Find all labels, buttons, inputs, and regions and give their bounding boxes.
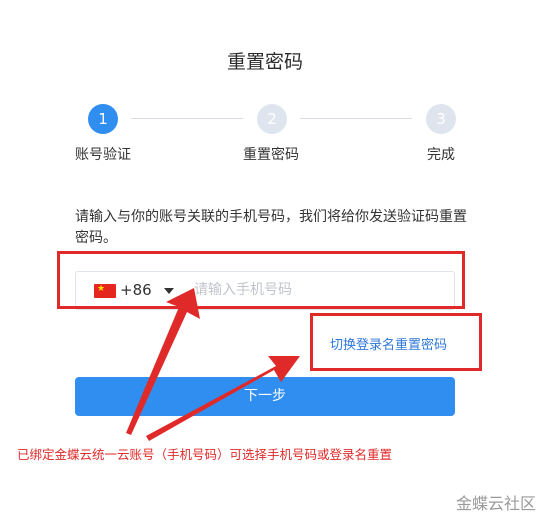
watermark: 金蝶云社区 xyxy=(455,494,536,513)
arrow-to-switch-link xyxy=(146,356,300,441)
annotation-note: 已绑定金蝶云统一云账号（手机号码）可选择手机号码或登录名重置 xyxy=(17,447,393,462)
